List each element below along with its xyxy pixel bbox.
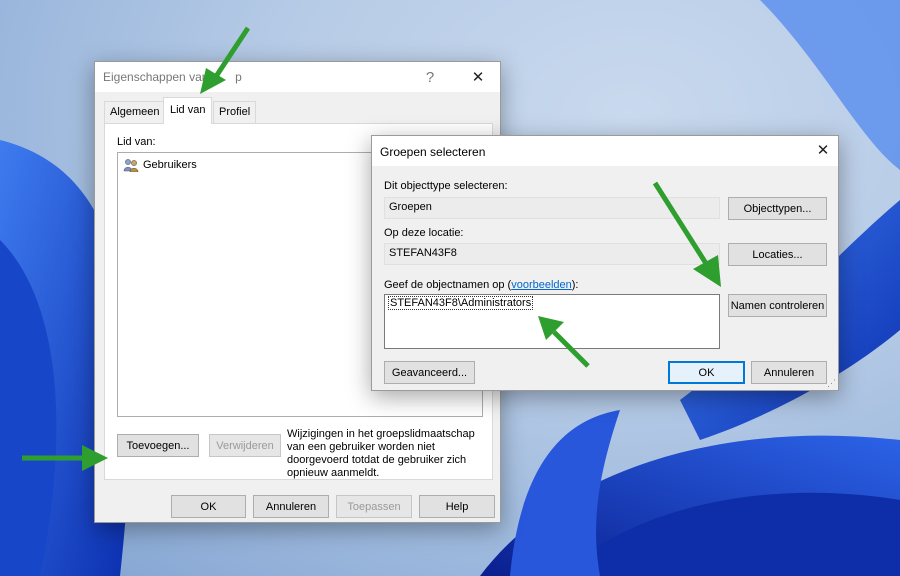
help-icon[interactable]: ?	[415, 64, 445, 90]
tab-profiel[interactable]: Profiel	[213, 101, 257, 123]
object-types-button[interactable]: Objecttypen...	[728, 197, 827, 220]
ok-button[interactable]: OK	[171, 495, 246, 518]
examples-link[interactable]: voorbeelden	[511, 279, 572, 291]
ok-button[interactable]: OK	[668, 361, 745, 384]
arrow-to-add-button	[22, 445, 108, 471]
select-groups-title: Groepen selecteren	[380, 145, 486, 159]
tab-algemeen[interactable]: Algemeen	[104, 101, 166, 123]
resize-grip-icon[interactable]: ⋰	[827, 378, 836, 389]
select-groups-dialog: Groepen selecteren ✕ Dit objecttype sele…	[371, 135, 839, 391]
list-item[interactable]: Gebruikers	[123, 157, 197, 173]
member-of-label: Lid van:	[117, 136, 156, 148]
help-button[interactable]: Help	[419, 495, 495, 518]
cancel-button[interactable]: Annuleren	[751, 361, 827, 384]
arrow-to-check-names	[652, 181, 721, 287]
arrow-to-lid-van-tab	[200, 26, 251, 94]
close-icon[interactable]: ✕	[463, 64, 493, 90]
locations-button[interactable]: Locaties...	[728, 243, 827, 266]
cancel-button[interactable]: Annuleren	[253, 495, 329, 518]
check-names-button[interactable]: Namen controleren	[728, 294, 827, 317]
close-icon[interactable]: ✕	[808, 137, 838, 163]
object-names-value: STEFAN43F8\Administrators	[388, 296, 534, 310]
remove-button[interactable]: Verwijderen	[209, 434, 281, 457]
properties-titlebar[interactable]: Eigenschappen van p ? ✕	[95, 62, 500, 92]
object-names-label: Geef de objectnamen op (voorbeelden):	[384, 279, 579, 291]
add-button[interactable]: Toevoegen...	[117, 434, 199, 457]
arrow-to-names-input	[538, 316, 590, 368]
group-icon	[123, 158, 140, 173]
select-groups-titlebar[interactable]: Groepen selecteren ✕	[372, 136, 838, 166]
membership-notice: Wijzigingen in het groepslidmaatschap va…	[287, 428, 475, 479]
location-label: Op deze locatie:	[384, 227, 464, 239]
object-type-label: Dit objecttype selecteren:	[384, 180, 508, 192]
advanced-button[interactable]: Geavanceerd...	[384, 361, 475, 384]
member-name: Gebruikers	[143, 159, 197, 171]
apply-button[interactable]: Toepassen	[336, 495, 412, 518]
